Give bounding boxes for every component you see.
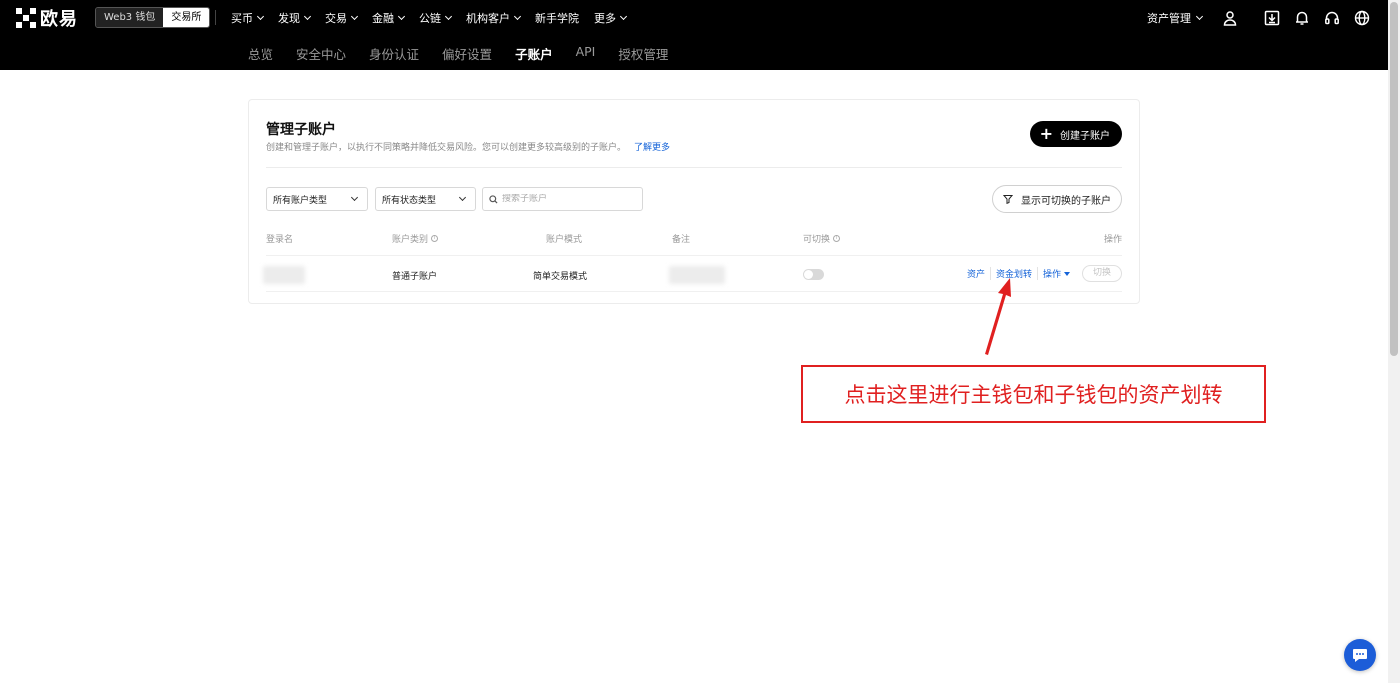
search-input[interactable] <box>502 194 632 204</box>
nav-discover[interactable]: 发现 <box>278 10 312 26</box>
nav-academy[interactable]: 新手学院 <box>535 10 579 26</box>
scrollbar-thumb[interactable] <box>1390 2 1398 356</box>
chevron-down-icon <box>397 12 406 20</box>
cell-mode: 简单交易模式 <box>533 272 588 282</box>
mode-exchange[interactable]: 交易所 <box>163 8 210 27</box>
page-title: 管理子账户 <box>266 122 336 138</box>
download-icon[interactable] <box>1264 10 1280 26</box>
nav-institutional[interactable]: 机构客户 <box>466 10 522 26</box>
column-header-category: 账户类别 i <box>392 232 439 245</box>
toggle-knob <box>804 270 813 279</box>
filter-icon <box>1003 195 1013 204</box>
subnav-api[interactable]: API <box>576 44 596 63</box>
subnav-overview[interactable]: 总览 <box>248 44 273 63</box>
chevron-down-icon <box>256 12 265 20</box>
support-chat-button[interactable] <box>1344 639 1376 671</box>
top-header: 欧易 Web3 钱包 交易所 买币 发现 交易 金融 公链 机构客户 新手学院 … <box>0 0 1388 70</box>
info-icon[interactable]: i <box>431 235 439 242</box>
globe-icon[interactable] <box>1354 10 1370 26</box>
nav-buy-crypto[interactable]: 买币 <box>231 10 265 26</box>
headset-icon[interactable] <box>1324 10 1340 26</box>
subnav-authorization[interactable]: 授权管理 <box>618 44 668 63</box>
okx-logo[interactable]: 欧易 <box>16 7 78 30</box>
redacted-note <box>669 266 725 284</box>
annotation-text: 点击这里进行主钱包和子钱包的资产划转 <box>844 383 1223 407</box>
page-scrollbar[interactable] <box>1388 0 1400 683</box>
search-icon <box>489 194 498 204</box>
bell-icon[interactable] <box>1294 10 1310 26</box>
mode-web3-wallet[interactable]: Web3 钱包 <box>96 8 164 27</box>
chevron-down-icon <box>1195 12 1204 20</box>
page-description: 创建和管理子账户，以执行不同策略并降低交易风险。您可以创建更多较高级别的子账户。… <box>266 143 671 153</box>
chat-icon <box>1353 649 1367 662</box>
user-icon[interactable] <box>1222 10 1238 26</box>
nav-more[interactable]: 更多 <box>594 10 628 26</box>
column-header-note: 备注 <box>672 235 691 245</box>
create-sub-account-button[interactable]: + 创建子账户 <box>1029 121 1122 147</box>
chevron-down-icon <box>458 193 467 202</box>
subnav-verification[interactable]: 身份认证 <box>369 44 419 63</box>
chevron-down-icon <box>619 12 628 20</box>
chevron-down-icon <box>513 12 522 20</box>
account-subnav: 总览 安全中心 身份认证 偏好设置 子账户 API 授权管理 <box>248 44 668 63</box>
annotation-box: 点击这里进行主钱包和子钱包的资产划转 <box>801 365 1266 423</box>
nav-finance[interactable]: 金融 <box>372 10 406 26</box>
table-header-divider <box>266 255 1122 256</box>
header-divider <box>215 10 216 25</box>
mode-switch: Web3 钱包 交易所 <box>95 7 211 28</box>
cell-category: 普通子账户 <box>392 272 438 282</box>
logo-text: 欧易 <box>40 9 78 30</box>
sub-account-card: 管理子账户 创建和管理子账户，以执行不同策略并降低交易风险。您可以创建更多较高级… <box>248 99 1140 304</box>
chevron-down-icon <box>350 193 359 202</box>
column-header-switchable: 可切换 i <box>803 232 841 245</box>
learn-more-link[interactable]: 了解更多 <box>634 143 670 153</box>
column-header-actions: 操作 <box>1103 235 1122 245</box>
subnav-security[interactable]: 安全中心 <box>296 44 346 63</box>
header-divider-line <box>266 167 1122 168</box>
nav-trade[interactable]: 交易 <box>325 10 359 26</box>
subnav-preferences[interactable]: 偏好设置 <box>442 44 492 63</box>
column-header-mode: 账户模式 <box>546 235 583 245</box>
plus-icon: + <box>1039 124 1053 143</box>
asset-management-menu[interactable]: 资产管理 <box>1147 10 1204 26</box>
chevron-down-icon <box>350 12 359 20</box>
main-nav: 买币 发现 交易 金融 公链 机构客户 新手学院 更多 <box>231 0 628 35</box>
info-icon[interactable]: i <box>833 235 841 242</box>
redacted-login-name <box>263 266 305 284</box>
annotation-arrow <box>985 278 1011 355</box>
account-type-select[interactable]: 所有账户类型 <box>266 187 368 211</box>
search-box <box>482 187 643 211</box>
operate-dropdown[interactable]: 操作 <box>1038 267 1075 280</box>
logo-mark-icon <box>16 8 36 28</box>
subnav-sub-accounts[interactable]: 子账户 <box>515 44 553 63</box>
switchable-toggle[interactable] <box>803 269 824 280</box>
nav-chain[interactable]: 公链 <box>419 10 453 26</box>
show-switchable-button[interactable]: 显示可切换的子账户 <box>992 185 1122 213</box>
switch-button[interactable]: 切换 <box>1081 265 1122 282</box>
caret-down-icon <box>1063 271 1070 276</box>
chevron-down-icon <box>444 12 453 20</box>
header-tools: 资产管理 <box>1147 0 1370 35</box>
chevron-down-icon <box>303 12 312 20</box>
column-header-login: 登录名 <box>266 235 294 245</box>
status-type-select[interactable]: 所有状态类型 <box>375 187 476 211</box>
